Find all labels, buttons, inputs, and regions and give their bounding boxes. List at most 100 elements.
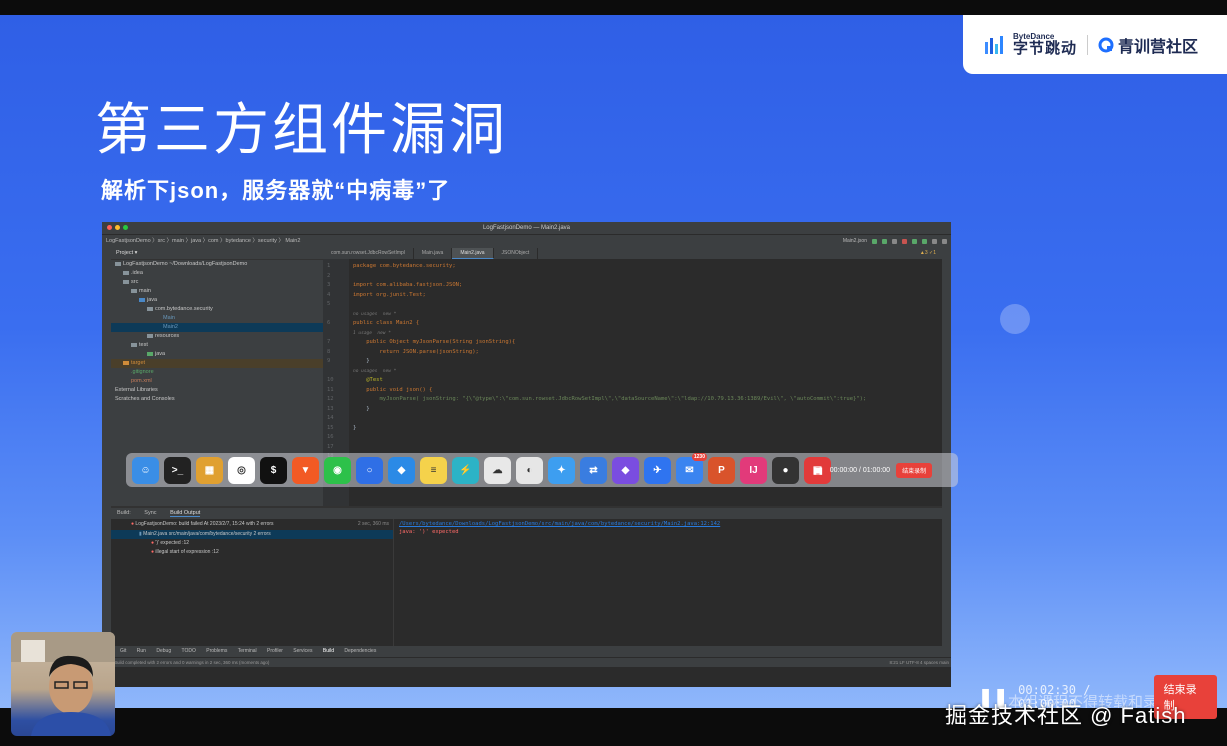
- build-tab-sync[interactable]: Sync: [144, 510, 156, 516]
- zoom-window-button[interactable]: [123, 225, 128, 230]
- run-config-select[interactable]: Main2.json: [843, 235, 867, 248]
- tool-git[interactable]: Git: [120, 648, 126, 654]
- notes-icon[interactable]: ≡: [420, 456, 447, 484]
- editor-tab[interactable]: com.sun.rowset.JdbcRowSetImpl: [323, 248, 414, 259]
- close-window-button[interactable]: [107, 225, 112, 230]
- code-hint: 1 usage new *: [353, 329, 866, 339]
- tree-item[interactable]: java: [111, 350, 323, 359]
- tree-item[interactable]: Scratches and Consoles: [111, 395, 323, 404]
- build-output-path[interactable]: /Users/bytedance/Downloads/LogFastjsonDe…: [395, 519, 942, 529]
- build-tabs: Build: Sync Build Output: [111, 508, 942, 519]
- vscode-icon[interactable]: ◆: [388, 456, 415, 484]
- obsidian-icon[interactable]: ◆: [612, 456, 639, 484]
- build-tab-label: Build:: [117, 510, 131, 516]
- cloud-icon[interactable]: ☁: [484, 456, 511, 484]
- debug-icon[interactable]: [882, 239, 887, 244]
- wechat-icon[interactable]: ◉: [324, 456, 351, 484]
- code-text: }: [353, 358, 370, 364]
- dock-glyph: ◆: [621, 464, 630, 476]
- tool-run[interactable]: Run: [137, 648, 146, 654]
- tool-todo[interactable]: TODO: [181, 648, 195, 654]
- feishu-icon[interactable]: ✈: [644, 456, 671, 484]
- coverage-icon[interactable]: [892, 239, 897, 244]
- tool-profiler[interactable]: Profiler: [267, 648, 283, 654]
- tree-item[interactable]: .gitignore: [111, 368, 323, 377]
- build-output[interactable]: /Users/bytedance/Downloads/LogFastjsonDe…: [395, 519, 942, 648]
- dock-glyph: P: [718, 464, 725, 476]
- ide-navbar: LogFastjsonDemo 〉src 〉main 〉java 〉com 〉b…: [102, 234, 951, 248]
- dock-stop-recording-button[interactable]: 结束录制: [896, 463, 933, 478]
- powerpoint-icon[interactable]: P: [708, 456, 735, 484]
- tool-terminal[interactable]: Terminal: [238, 648, 257, 654]
- run-icon[interactable]: [872, 239, 877, 244]
- tree-item[interactable]: External Libraries: [111, 386, 323, 395]
- editor-tab[interactable]: JSONObject: [494, 248, 539, 259]
- code-line: 11 public void json() {: [327, 386, 866, 396]
- tool-build[interactable]: Build: [323, 648, 334, 654]
- stop-icon[interactable]: [902, 239, 907, 244]
- iterm-icon[interactable]: $: [260, 456, 287, 484]
- intellij-icon[interactable]: IJ: [740, 456, 767, 484]
- tool-dependencies[interactable]: Dependencies: [344, 648, 376, 654]
- tool-problems[interactable]: Problems: [206, 648, 227, 654]
- build-tree-item[interactable]: ● ')' expected :12: [111, 539, 393, 548]
- vcs-commit-icon[interactable]: [922, 239, 927, 244]
- search-icon[interactable]: [932, 239, 937, 244]
- tree-item[interactable]: pom.xml: [111, 377, 323, 386]
- vpn-icon[interactable]: ◐: [516, 456, 543, 484]
- brave-icon[interactable]: ▼: [292, 456, 319, 484]
- status-right[interactable]: 8:21 LF UTF-8 4 spaces main: [889, 658, 949, 667]
- dock-glyph: ⇄: [589, 464, 598, 476]
- status-message: Build completed with 2 errors and 0 warn…: [114, 660, 270, 665]
- editor-tab-active[interactable]: Main2.java: [452, 248, 494, 259]
- vcs-update-icon[interactable]: [912, 239, 917, 244]
- presenter-avatar: [11, 632, 115, 736]
- remote-icon[interactable]: ⇄: [580, 456, 607, 484]
- settings-icon[interactable]: [942, 239, 947, 244]
- code-text: package com.bytedance.security;: [353, 263, 456, 269]
- tree-item[interactable]: src: [111, 278, 323, 287]
- tree-item[interactable]: test: [111, 341, 323, 350]
- build-tree-item[interactable]: ▮ Main2.java src/main/java/com/bytedance…: [111, 530, 393, 539]
- dock-glyph: $: [270, 464, 277, 476]
- build-tree-item[interactable]: ● LogFastjsonDemo: build failed At 2023/…: [111, 519, 393, 530]
- tree-item[interactable]: Main2: [111, 323, 323, 332]
- tree-item[interactable]: resources: [111, 332, 323, 341]
- dock-glyph: >_: [171, 464, 184, 476]
- dock-pause-icon[interactable]: ❚❚: [812, 467, 824, 475]
- presentation-slide: ByteDance 字节跳动 青训营社区 第三方组件漏洞 解析下json，服务器…: [0, 15, 1227, 708]
- build-tab-output[interactable]: Build Output: [170, 510, 201, 517]
- tool-debug[interactable]: Debug: [156, 648, 171, 654]
- build-tree-item[interactable]: ● illegal start of expression :12: [111, 548, 393, 557]
- signal-icon[interactable]: ○: [356, 456, 383, 484]
- logo-divider: [1087, 34, 1089, 55]
- minimize-window-button[interactable]: [115, 225, 120, 230]
- code-line: 17: [327, 443, 866, 453]
- bytedance-logo: ByteDance 字节跳动: [985, 33, 1077, 56]
- tree-item[interactable]: com.bytedance.security: [111, 305, 323, 314]
- safari-icon[interactable]: ✦: [548, 456, 575, 484]
- chrome-icon[interactable]: ◎: [228, 456, 255, 484]
- dock-glyph: ○: [366, 464, 373, 476]
- inspection-indicator[interactable]: ▲3 ✓1: [920, 248, 942, 259]
- recorder-icon[interactable]: ●: [772, 456, 799, 484]
- tree-item[interactable]: java: [111, 296, 323, 305]
- terminal-icon[interactable]: >_: [164, 456, 191, 484]
- bolt-icon[interactable]: ⚡: [452, 456, 479, 484]
- finder-icon[interactable]: ☺: [132, 456, 159, 484]
- mail-icon[interactable]: ✉ 1230: [676, 452, 707, 484]
- editor-tab[interactable]: Main.java: [414, 248, 453, 259]
- tree-item[interactable]: Main: [111, 314, 323, 323]
- tree-item[interactable]: target: [111, 359, 323, 368]
- project-label[interactable]: Project: [116, 250, 133, 256]
- launchpad-icon[interactable]: ▦: [196, 456, 223, 484]
- breadcrumb[interactable]: LogFastjsonDemo 〉src 〉main 〉java 〉com 〉b…: [106, 238, 300, 244]
- code-lines: 1package com.bytedance.security;23import…: [327, 262, 866, 462]
- tree-item[interactable]: main: [111, 287, 323, 296]
- tool-services[interactable]: Services: [293, 648, 312, 654]
- tree-item[interactable]: LogFastjsonDemo ~/Downloads/LogFastjsonD…: [111, 260, 323, 269]
- dock-recorder: ❚❚ 00:00:00 / 01:00:00 结束录制: [812, 463, 933, 478]
- tree-item[interactable]: .idea: [111, 269, 323, 278]
- dock-glyph: ✉: [685, 464, 694, 476]
- code-line: 9 }: [327, 357, 866, 367]
